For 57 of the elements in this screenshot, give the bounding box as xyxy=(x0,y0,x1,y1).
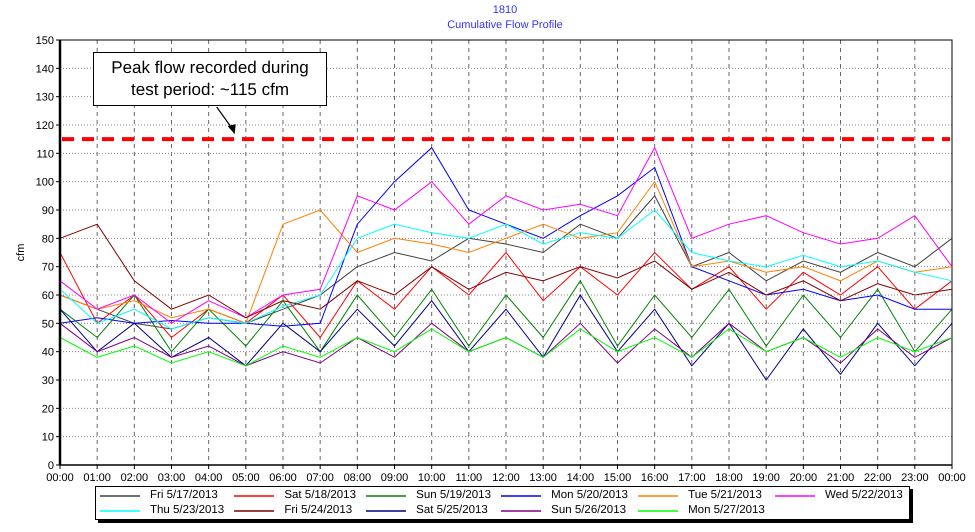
tick-label: 100 xyxy=(36,176,54,189)
tick-label: 23:00 xyxy=(901,472,929,482)
tick-label: 16:00 xyxy=(640,472,668,482)
tick-label: 07:00 xyxy=(306,472,334,482)
tick-label: 18:00 xyxy=(715,472,743,482)
tick-label: 13:00 xyxy=(529,472,557,482)
legend-label: Mon 5/27/2013 xyxy=(688,503,765,518)
tick-label: 60 xyxy=(42,290,54,302)
callout-arrow xyxy=(216,106,236,134)
tick-label: 19:00 xyxy=(752,472,780,482)
legend-label: Wed 5/22/2013 xyxy=(825,488,903,503)
tick-label: 22:00 xyxy=(864,472,892,482)
tick-label: 90 xyxy=(42,205,54,217)
tick-label: 150 xyxy=(36,35,54,47)
legend-label: Fri 5/24/2013 xyxy=(284,503,352,518)
tick-label: 0 xyxy=(48,460,54,472)
tick-label: 80 xyxy=(42,233,54,246)
tick-label: 11:00 xyxy=(455,472,482,482)
tick-label: 09:00 xyxy=(380,472,408,482)
chart-subtitle: Cumulative Flow Profile xyxy=(447,18,563,32)
tick-label: 05:00 xyxy=(232,472,260,482)
tick-label: 130 xyxy=(36,92,54,104)
tick-label: 00:00 xyxy=(938,472,966,482)
tick-label: 21:00 xyxy=(826,472,854,482)
tick-label: 30 xyxy=(42,375,54,387)
legend-label: Sun 5/19/2013 xyxy=(416,488,491,503)
legend-label: Sat 5/25/2013 xyxy=(416,503,488,518)
callout-box: Peak flow recorded during test period: ~115 cfm xyxy=(93,52,327,106)
tick-label: 00:00 xyxy=(46,472,74,482)
tick-label: 14:00 xyxy=(566,472,594,482)
legend-label: Mon 5/20/2013 xyxy=(551,488,628,503)
tick-label: 08:00 xyxy=(344,472,372,482)
legend-label: Thu 5/23/2013 xyxy=(150,503,224,518)
legend-label: Sat 5/18/2013 xyxy=(284,488,356,503)
tick-label: 70 xyxy=(42,262,54,274)
tick-label: 50 xyxy=(42,318,54,330)
tick-label: 40 xyxy=(42,346,54,359)
tick-label: 10:00 xyxy=(418,472,446,482)
tick-label: 17:00 xyxy=(678,472,706,482)
legend-label: Tue 5/21/2013 xyxy=(688,488,762,503)
chart-title: 1810 xyxy=(492,3,518,18)
tick-label: 03:00 xyxy=(158,472,186,482)
tick-label: 12:00 xyxy=(492,472,520,482)
tick-label: 04:00 xyxy=(194,472,222,482)
tick-label: 06:00 xyxy=(269,472,297,482)
tick-label: 10 xyxy=(42,432,54,444)
tick-label: 01:00 xyxy=(83,472,111,482)
tick-label: 140 xyxy=(36,63,54,76)
legend-label: Fri 5/17/2013 xyxy=(150,488,218,503)
tick-label: 110 xyxy=(36,148,54,160)
tick-label: 20:00 xyxy=(790,472,818,482)
legend-label: Sun 5/26/2013 xyxy=(551,503,626,518)
tick-label: 15:00 xyxy=(604,472,632,482)
tick-label: 02:00 xyxy=(120,472,148,482)
tick-label: 20 xyxy=(42,403,54,416)
tick-label: 120 xyxy=(36,120,54,132)
axis-label: cfm xyxy=(15,244,27,262)
